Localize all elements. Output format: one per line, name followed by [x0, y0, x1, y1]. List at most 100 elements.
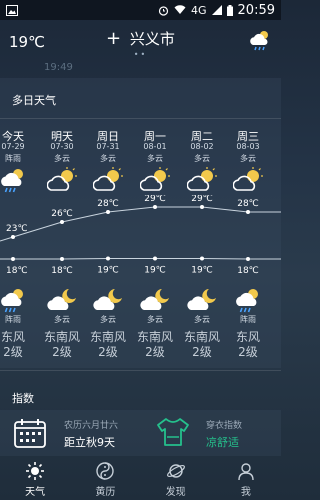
person-icon — [238, 463, 254, 481]
nav-weather[interactable]: 天气 — [0, 458, 70, 500]
night-condition: 阵雨 — [5, 315, 21, 324]
high-temp-point — [200, 205, 204, 209]
day-condition: 多云 — [194, 154, 210, 163]
yin-yang-icon — [96, 462, 115, 480]
low-temp-point — [200, 256, 204, 261]
partly-cloudy-icon — [93, 167, 123, 191]
network-type: 4G — [191, 3, 207, 17]
wind-level: 2级 — [98, 345, 118, 359]
rain-icon — [1, 289, 23, 313]
low-temp-point — [106, 256, 110, 261]
night-condition: 阵雨 — [240, 315, 256, 324]
wifi-icon — [174, 5, 186, 14]
high-temp-line — [0, 206, 281, 242]
signal-icon — [211, 5, 222, 15]
high-temp-label: 29℃ — [144, 195, 166, 204]
solar-term: 距立秋9天 — [64, 436, 115, 449]
nav-label: 天气 — [25, 487, 46, 498]
nav-discover[interactable]: 发现 — [141, 458, 211, 500]
day-date: 07-31 — [96, 142, 120, 151]
high-temp-label: 28℃ — [237, 199, 259, 209]
update-time: 19:49 — [44, 62, 73, 73]
nav-label: 发现 — [165, 487, 186, 498]
index-panel: 农历六月廿六 距立秋9天 穿衣指数 凉舒适 — [0, 410, 281, 456]
divider — [0, 370, 281, 371]
city-selector[interactable]: + 兴义市 — [0, 28, 281, 49]
clock-time: 20:59 — [237, 2, 275, 18]
moon-cloud-icon — [47, 289, 76, 310]
forecast-title: 多日天气 — [12, 94, 56, 107]
header: 19℃ + 兴义市 •• — [0, 22, 281, 62]
calendar-button[interactable] — [14, 418, 46, 452]
low-temp-point — [153, 256, 157, 261]
sun-icon — [26, 462, 45, 480]
temperature-chart: 23℃ 18℃ 26℃ 18℃ 28℃ 19℃ 29℃ 19℃ 29℃ 19℃ 28℃ 18℃ — [0, 195, 281, 276]
wind-level: 2级 — [3, 345, 23, 359]
day-date: 08-03 — [236, 142, 260, 151]
shirt-icon — [157, 418, 189, 446]
night-condition: 多云 — [54, 315, 70, 324]
high-temp-label: 29℃ — [191, 195, 213, 204]
low-temp-label: 19℃ — [97, 266, 119, 276]
weather-button[interactable] — [247, 28, 273, 58]
index-title: 指数 — [12, 392, 34, 405]
planet-icon — [166, 464, 185, 478]
lunar-date: 农历六月廿六 — [64, 421, 119, 431]
low-temp-label: 18℃ — [51, 266, 73, 276]
status-bar: 4G 20:59 — [0, 0, 281, 20]
high-temp-point — [106, 210, 110, 214]
nav-label: 黄历 — [95, 487, 116, 498]
divider — [0, 118, 281, 119]
partly-cloudy-icon — [47, 167, 77, 191]
page-indicator: •• — [133, 50, 148, 59]
clothing-button[interactable] — [156, 417, 190, 451]
day-condition: 多云 — [147, 154, 163, 163]
night-condition: 多云 — [194, 315, 210, 324]
low-temp-point — [246, 257, 250, 261]
high-temp-point — [153, 205, 157, 209]
wind-level: 2级 — [238, 345, 258, 359]
moon-cloud-icon — [187, 289, 216, 310]
low-temp-point — [11, 257, 15, 261]
night-condition: 多云 — [147, 315, 163, 324]
moon-cloud-icon — [140, 289, 169, 310]
day-date: 07-29 — [1, 142, 25, 151]
high-temp-point — [246, 210, 250, 214]
high-temp-label: 23℃ — [6, 224, 28, 234]
low-temp-label: 18℃ — [237, 266, 259, 276]
low-temp-label: 19℃ — [144, 266, 166, 276]
picture-icon — [6, 4, 18, 16]
partly-cloudy-icon — [233, 167, 263, 191]
low-temp-label: 18℃ — [6, 266, 28, 276]
high-temp-point — [60, 220, 64, 224]
plus-icon[interactable]: + — [106, 28, 121, 49]
high-temp-label: 28℃ — [97, 199, 119, 209]
rain-icon — [236, 289, 258, 313]
battery-icon — [226, 4, 233, 16]
bottom-nav: 天气 黄历 发现 我 — [0, 458, 281, 500]
day-date: 07-30 — [50, 142, 74, 151]
day-condition: 多云 — [54, 154, 70, 163]
day-condition: 阵雨 — [5, 154, 21, 163]
low-temp-label: 19℃ — [191, 266, 213, 276]
day-date: 08-01 — [143, 142, 167, 151]
rain-cloud-icon — [250, 31, 268, 51]
high-temp-label: 26℃ — [51, 209, 73, 219]
low-temp-line — [0, 258, 281, 260]
wind-level: 2级 — [145, 345, 165, 359]
nav-almanac[interactable]: 黄历 — [70, 458, 140, 500]
wind-level: 2级 — [192, 345, 212, 359]
moon-cloud-icon — [93, 289, 122, 310]
city-name: 兴义市 — [129, 30, 175, 48]
high-temp-point — [11, 235, 15, 239]
clothing-index-value: 凉舒适 — [206, 436, 239, 449]
rain-icon — [1, 169, 23, 193]
low-temp-point — [60, 257, 64, 261]
calendar-icon — [14, 419, 46, 448]
day-condition: 多云 — [100, 154, 116, 163]
partly-cloudy-icon — [187, 167, 217, 191]
alarm-icon — [158, 5, 169, 16]
nav-me[interactable]: 我 — [211, 458, 281, 500]
day-condition: 多云 — [240, 154, 256, 163]
wind-level: 2级 — [52, 345, 72, 359]
